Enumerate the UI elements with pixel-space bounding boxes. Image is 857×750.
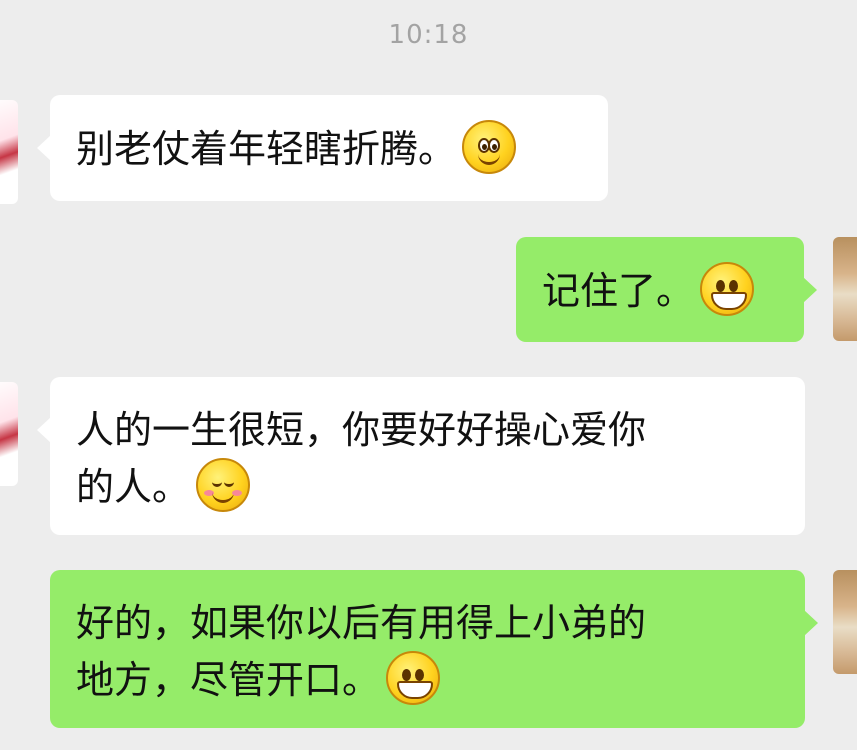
blushing-smile-emoji-icon (196, 458, 251, 512)
message-text-line: 好的，如果你以后有用得上小弟的 (76, 601, 647, 645)
big-grin-emoji-icon (386, 651, 441, 705)
contact-avatar[interactable] (0, 100, 18, 204)
message-text-line: 地方，尽管开口。 (76, 658, 381, 702)
message-text-line: 人的一生很短，你要好好操心爱你 (76, 408, 647, 452)
message-text-line: 的人。 (76, 465, 191, 509)
grin-emoji-icon (700, 262, 755, 316)
message-bubble-outgoing[interactable]: 好的，如果你以后有用得上小弟的 地方，尽管开口。 (50, 570, 818, 728)
message-bubble-outgoing[interactable]: 记住了。 (516, 237, 817, 342)
message-bubble-incoming[interactable]: 人的一生很短，你要好好操心爱你 的人。 (37, 377, 805, 535)
contact-avatar[interactable] (0, 382, 18, 486)
user-avatar[interactable] (833, 570, 857, 674)
user-avatar[interactable] (833, 237, 857, 341)
smile-emoji-icon (462, 120, 517, 174)
message-text: 别老仗着年轻瞎折腾。 (76, 127, 457, 171)
message-bubble-incoming[interactable]: 别老仗着年轻瞎折腾。 (37, 95, 608, 201)
timestamp: 10:18 (388, 20, 469, 50)
message-text: 记住了。 (542, 269, 695, 313)
